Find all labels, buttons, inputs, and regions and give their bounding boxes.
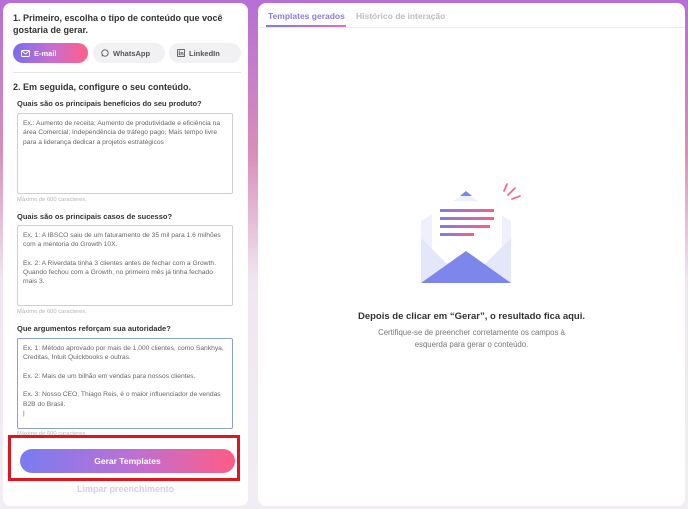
config-panel: 1. Primeiro, escolha o tipo de conteúdo … (3, 3, 248, 506)
empty-state-title: Depois de clicar em “Gerar”, o resultado… (357, 311, 586, 322)
tab-templates-generated[interactable]: Templates gerados (268, 11, 345, 21)
success-cases-label: Quais são os principais casos de sucesso… (17, 212, 173, 221)
linkedin-icon (177, 49, 185, 57)
whatsapp-icon (101, 49, 109, 57)
channel-linkedin-label: LinkedIn (189, 48, 220, 58)
empty-envelope-icon (421, 183, 521, 283)
highlight-box (8, 435, 240, 481)
success-cases-hint: Máximo de 600 caracteres. (17, 309, 87, 315)
channel-whatsapp-button[interactable]: WhatsApp (93, 43, 165, 63)
channel-email-label: E-mail (34, 48, 57, 58)
channel-email-button[interactable]: E-mail (13, 43, 88, 63)
step1-title: 1. Primeiro, escolha o tipo de conteúdo … (13, 13, 223, 35)
benefits-label: Quais são os principais benefícios do se… (17, 99, 202, 108)
channel-linkedin-button[interactable]: LinkedIn (169, 43, 241, 63)
benefits-textarea[interactable]: Ex.: Aumento de receita; Aumento de prod… (17, 113, 233, 194)
tab-interaction-history[interactable]: Histórico de interação (356, 11, 445, 21)
clear-fields-button[interactable]: Limpar preenchimento (3, 484, 248, 494)
authority-textarea[interactable]: Ex. 1: Método aprovado por mais de 1.000… (17, 338, 233, 429)
step2-title: 2. Em seguida, configure o seu conteúdo. (13, 82, 192, 92)
active-tab-indicator (266, 25, 346, 27)
success-cases-textarea[interactable]: Ex. 1: A IBSCO saiu de um faturamento de… (17, 225, 233, 306)
benefits-hint: Máximo de 600 caracteres. (17, 197, 87, 203)
authority-label: Que argumentos reforçam sua autoridade? (17, 324, 171, 333)
empty-state-subtitle: Certifique-se de preencher corretamente … (378, 328, 565, 349)
mail-icon (21, 49, 30, 57)
channel-whatsapp-label: WhatsApp (113, 48, 151, 58)
results-panel: Templates gerados Histórico de interação… (258, 3, 685, 506)
divider (13, 72, 241, 73)
results-tabs: Templates gerados Histórico de interação (258, 3, 685, 28)
